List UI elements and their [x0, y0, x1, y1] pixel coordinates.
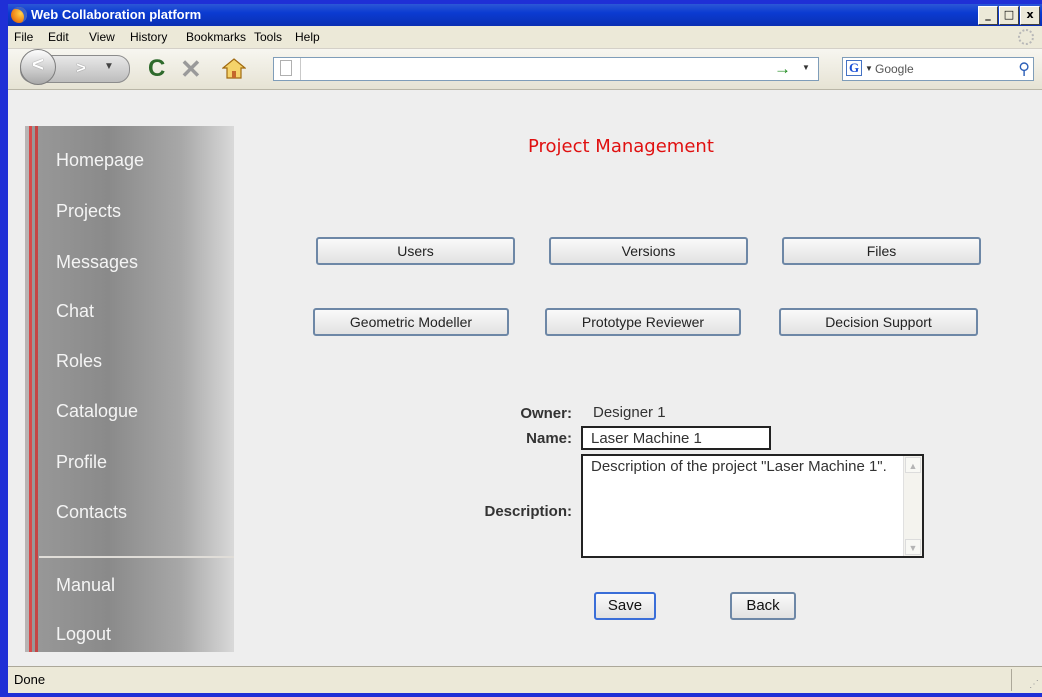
menu-history[interactable]: History [130, 30, 167, 44]
page-icon [280, 60, 292, 76]
title-bar[interactable]: Web Collaboration platform _ □ x [8, 4, 1042, 26]
scroll-up-icon[interactable]: ▲ [905, 457, 921, 473]
sidebar-item-roles[interactable]: Roles [56, 351, 102, 372]
prototype-reviewer-button[interactable]: Prototype Reviewer [545, 308, 741, 336]
go-arrow-icon[interactable]: → [774, 59, 791, 79]
navigation-toolbar: < > ▼ C ✕ → ▼ G ▼ Google ⚲ [8, 49, 1042, 90]
url-dropdown-icon[interactable]: ▼ [802, 63, 810, 72]
resize-grip-icon[interactable]: ⋰ [1029, 679, 1039, 690]
description-label: Description: [484, 503, 572, 520]
description-scrollbar[interactable]: ▲ ▼ [903, 456, 922, 556]
throbber-icon [1018, 29, 1034, 45]
sidebar: Homepage Projects Messages Chat Roles Ca… [25, 126, 234, 652]
owner-value: Designer 1 [593, 404, 666, 421]
save-button[interactable]: Save [594, 592, 656, 620]
users-button[interactable]: Users [316, 237, 515, 265]
name-field[interactable]: Laser Machine 1 [581, 426, 771, 450]
sidebar-item-messages[interactable]: Messages [56, 252, 138, 273]
sidebar-divider [39, 556, 234, 558]
back-button[interactable]: < [20, 49, 56, 85]
firefox-icon [11, 7, 27, 23]
browser-window: Web Collaboration platform _ □ x File Ed… [8, 4, 1042, 693]
search-icon[interactable]: ⚲ [1018, 59, 1030, 79]
menu-bookmarks[interactable]: Bookmarks [186, 30, 246, 44]
sidebar-item-projects[interactable]: Projects [56, 201, 121, 222]
versions-button[interactable]: Versions [549, 237, 748, 265]
menu-tools[interactable]: Tools [254, 30, 282, 44]
sidebar-item-logout[interactable]: Logout [56, 624, 111, 645]
stop-button[interactable]: ✕ [180, 54, 202, 85]
page-title: Project Management [528, 136, 714, 157]
sidebar-item-contacts[interactable]: Contacts [56, 502, 127, 523]
back-button-page[interactable]: Back [730, 592, 796, 620]
forward-button[interactable]: > [68, 59, 94, 79]
home-button[interactable] [222, 57, 246, 79]
google-icon[interactable]: G [846, 60, 862, 76]
close-button[interactable]: x [1020, 6, 1040, 25]
reload-button[interactable]: C [148, 55, 165, 83]
geometric-modeller-button[interactable]: Geometric Modeller [313, 308, 509, 336]
search-engine-dropdown-icon[interactable]: ▼ [865, 64, 873, 73]
sidebar-item-catalogue[interactable]: Catalogue [56, 401, 138, 422]
page-content: Homepage Projects Messages Chat Roles Ca… [8, 90, 1042, 667]
description-textarea[interactable]: Description of the project "Laser Machin… [581, 454, 924, 558]
window-title: Web Collaboration platform [31, 7, 202, 22]
sidebar-item-manual[interactable]: Manual [56, 575, 115, 596]
decision-support-button[interactable]: Decision Support [779, 308, 978, 336]
status-bar: Done ⋰ [8, 666, 1042, 693]
search-bar[interactable]: G ▼ Google ⚲ [842, 57, 1034, 81]
name-label: Name: [526, 430, 572, 447]
sidebar-item-homepage[interactable]: Homepage [56, 150, 144, 171]
sidebar-item-profile[interactable]: Profile [56, 452, 107, 473]
files-button[interactable]: Files [782, 237, 981, 265]
search-placeholder: Google [875, 62, 914, 76]
menu-edit[interactable]: Edit [48, 30, 69, 44]
menu-file[interactable]: File [14, 30, 33, 44]
description-text: Description of the project "Laser Machin… [591, 458, 887, 475]
maximize-button[interactable]: □ [999, 6, 1019, 25]
history-dropdown-icon[interactable]: ▼ [104, 61, 114, 72]
menu-view[interactable]: View [89, 30, 115, 44]
url-bar[interactable]: → ▼ [273, 57, 819, 81]
menu-bar: File Edit View History Bookmarks Tools H… [8, 26, 1042, 49]
sidebar-item-chat[interactable]: Chat [56, 301, 94, 322]
menu-help[interactable]: Help [295, 30, 320, 44]
owner-label: Owner: [520, 405, 572, 422]
status-text: Done [14, 672, 46, 687]
minimize-button[interactable]: _ [978, 6, 998, 25]
scroll-down-icon[interactable]: ▼ [905, 539, 921, 555]
